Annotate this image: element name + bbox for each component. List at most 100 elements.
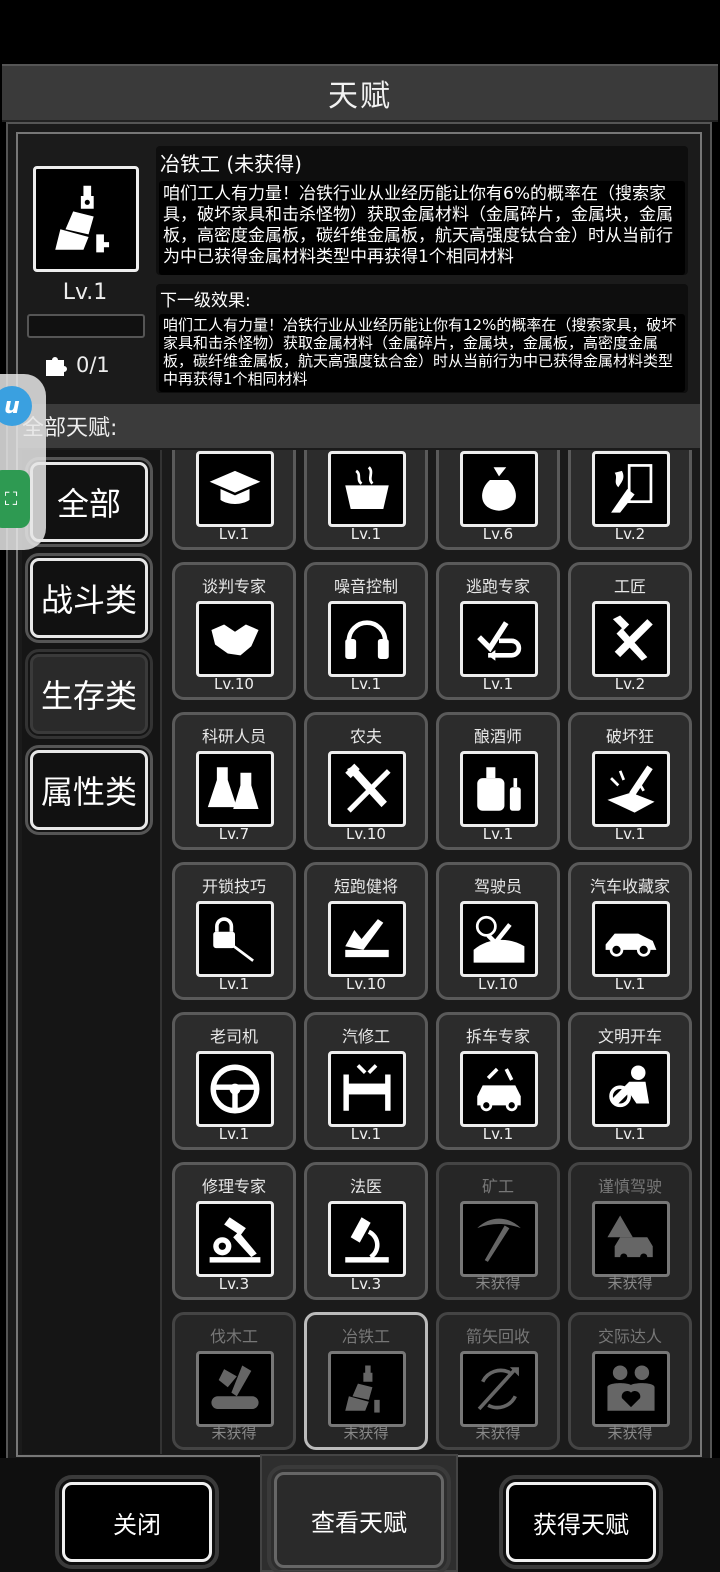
talent-icon-frame <box>196 601 274 677</box>
talent-level: Lv.10 <box>346 975 386 993</box>
talent-level: Lv.6 <box>482 525 514 543</box>
all-talents-header: 全部天赋: <box>18 404 700 448</box>
talent-level: 未获得 <box>343 1424 389 1442</box>
talent-tile[interactable]: 交际达人 未获得 <box>568 1312 692 1450</box>
selected-talent-progress-bar <box>27 314 145 338</box>
talent-tile[interactable]: 开锁技巧 Lv.1 <box>172 862 296 1000</box>
next-level-description: 咱们工人有力量！冶铁行业从业经历能让你有12%的概率在（搜索家具，破坏家具和击杀… <box>159 314 685 392</box>
category-tab-all[interactable]: 全部 <box>25 457 153 547</box>
pieces-count: 0/1 <box>76 353 110 377</box>
talent-icon-frame <box>592 1051 670 1127</box>
talent-level: 未获得 <box>607 1274 653 1292</box>
microscope-icon <box>345 1217 389 1263</box>
talent-tile[interactable]: 法医 Lv.3 <box>304 1162 428 1300</box>
talent-icon-frame <box>328 901 406 977</box>
talent-tile[interactable]: 逃跑专家 Lv.1 <box>436 562 560 700</box>
talent-tile[interactable]: 科研人员 Lv.7 <box>172 712 296 850</box>
talent-level: Lv.3 <box>218 1275 250 1293</box>
talent-icon-frame <box>460 601 538 677</box>
friends-heart-icon <box>607 1365 655 1411</box>
talent-level: Lv.7 <box>218 825 250 843</box>
talent-icon-frame <box>328 451 406 527</box>
talent-icon-frame <box>592 901 670 977</box>
talent-icon-frame <box>196 751 274 827</box>
talent-icon-frame <box>592 601 670 677</box>
talent-tile[interactable]: 工匠 Lv.2 <box>568 562 692 700</box>
graduation-cap-icon <box>209 470 261 504</box>
selected-talent-level: Lv.1 <box>62 280 108 305</box>
talent-tile[interactable]: 农夫 Lv.10 <box>304 712 428 850</box>
talent-tile[interactable]: 文明开车 Lv.1 <box>568 1012 692 1150</box>
escape-arrow-icon <box>477 621 522 661</box>
headphones-icon <box>345 620 389 659</box>
talent-pieces-counter: 0/1 <box>44 352 110 378</box>
talent-name: 矿工 <box>481 1177 514 1196</box>
view-talent-button[interactable]: 查看天赋 <box>267 1465 451 1572</box>
category-tab-survival[interactable]: 生存类 <box>25 649 153 739</box>
talent-level: Lv.1 <box>482 1125 514 1143</box>
assistant-logo-icon[interactable]: u <box>0 386 32 426</box>
talent-tile[interactable]: 噪音控制 Lv.1 <box>304 562 428 700</box>
handshake-icon <box>211 624 259 656</box>
talent-tile[interactable]: 修理专家 Lv.3 <box>172 1162 296 1300</box>
talent-level: Lv.10 <box>214 675 254 693</box>
talent-tile[interactable]: 酿酒师 Lv.1 <box>436 712 560 850</box>
talent-tile[interactable]: 伐木工 未获得 <box>172 1312 296 1450</box>
talent-tile[interactable]: 汽车收藏家 Lv.1 <box>568 862 692 1000</box>
smash-icon <box>607 765 655 813</box>
talent-tile[interactable]: 矿工 未获得 <box>436 1162 560 1300</box>
talent-level: Lv.1 <box>218 975 250 993</box>
talent-tile[interactable]: Lv.1 <box>304 450 428 550</box>
talent-tile[interactable]: Lv.2 <box>568 450 692 550</box>
talent-level: 未获得 <box>607 1424 653 1442</box>
talent-name: 科研人员 <box>201 727 266 746</box>
talent-level: Lv.10 <box>346 825 386 843</box>
talent-level: Lv.1 <box>218 1125 250 1143</box>
talent-icon-frame <box>196 901 274 977</box>
talent-tile[interactable]: 驾驶员 Lv.10 <box>436 862 560 1000</box>
talent-icon-frame <box>460 1201 538 1277</box>
acquire-talent-button[interactable]: 获得天赋 <box>499 1475 663 1569</box>
talent-level: 未获得 <box>211 1424 257 1442</box>
talent-tile[interactable]: 汽修工 Lv.1 <box>304 1012 428 1150</box>
flask-icon <box>207 767 259 809</box>
talent-tile[interactable]: Lv.1 <box>172 450 296 550</box>
talent-icon-frame <box>592 1201 670 1277</box>
ladle-icon <box>55 185 110 253</box>
talent-icon-frame <box>460 451 538 527</box>
category-tab-combat[interactable]: 战斗类 <box>25 553 153 643</box>
talent-tile[interactable]: 破坏狂 Lv.1 <box>568 712 692 850</box>
floating-assistant[interactable]: u ⛶ <box>0 374 46 550</box>
talent-name: 修理专家 <box>201 1177 266 1196</box>
selected-talent-icon <box>33 166 139 272</box>
lockpick-icon <box>213 917 254 962</box>
page-title: 天赋 <box>328 79 392 114</box>
talent-tile[interactable]: 谨慎驾驶 未获得 <box>568 1162 692 1300</box>
puzzle-piece-icon <box>46 357 67 376</box>
car-repair-icon <box>477 1067 521 1112</box>
talent-icon-frame <box>460 1051 538 1127</box>
talent-name: 谈判专家 <box>201 577 266 596</box>
talent-name: 开锁技巧 <box>201 877 266 896</box>
talent-tile[interactable]: 冶铁工 未获得 <box>304 1312 428 1450</box>
talent-description-box: 冶铁工 (未获得) 咱们工人有力量！冶铁行业从业经历能让你有6%的概率在（搜索家… <box>156 146 688 275</box>
close-button[interactable]: 关闭 <box>55 1475 219 1569</box>
talent-icon-frame <box>460 751 538 827</box>
talent-tile[interactable]: Lv.6 <box>436 450 560 550</box>
talent-icon-frame <box>196 1351 274 1427</box>
talent-tile[interactable]: 拆车专家 Lv.1 <box>436 1012 560 1150</box>
talent-name: 酿酒师 <box>473 727 522 746</box>
expand-tool-icon[interactable]: ⛶ <box>0 470 30 528</box>
talent-level: Lv.2 <box>614 675 646 693</box>
hammer-saw-icon <box>612 615 653 661</box>
talent-name: 箭矢回收 <box>465 1327 530 1346</box>
talent-icon-frame <box>460 901 538 977</box>
talent-tile[interactable]: 短跑健将 Lv.10 <box>304 862 428 1000</box>
next-level-label: 下一级效果: <box>160 291 251 311</box>
talent-level: Lv.1 <box>350 675 382 693</box>
category-tab-attribute[interactable]: 属性类 <box>25 745 153 835</box>
talent-tile[interactable]: 老司机 Lv.1 <box>172 1012 296 1150</box>
talent-tile[interactable]: 箭矢回收 未获得 <box>436 1312 560 1450</box>
talent-name: 逃跑专家 <box>465 577 530 596</box>
talent-tile[interactable]: 谈判专家 Lv.10 <box>172 562 296 700</box>
